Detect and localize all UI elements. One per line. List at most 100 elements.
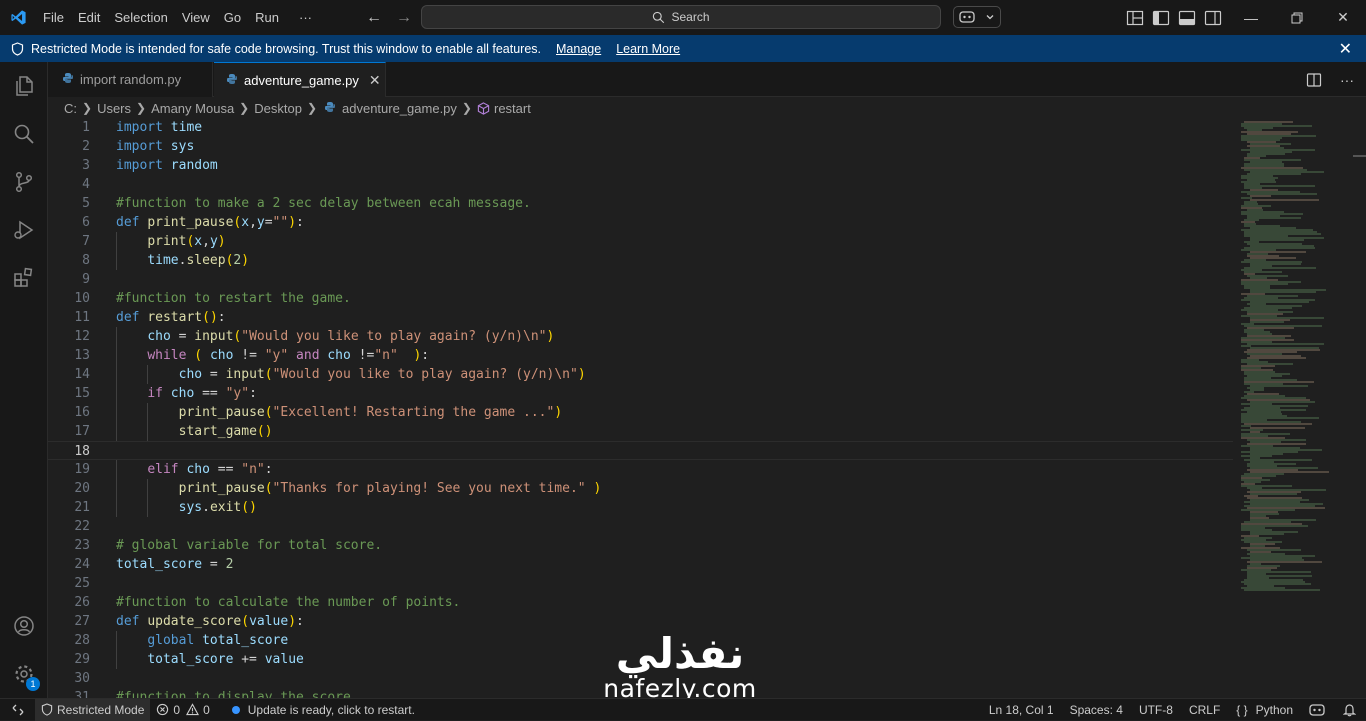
line-number[interactable]: 24 — [48, 555, 90, 574]
code-line[interactable]: 16 print_pause("Excellent! Restarting th… — [48, 403, 1233, 422]
code-line[interactable]: 25 — [48, 574, 1233, 593]
code-line[interactable]: 22 — [48, 517, 1233, 536]
breadcrumb-desktop[interactable]: Desktop — [254, 101, 302, 116]
line-number[interactable]: 26 — [48, 593, 90, 612]
line-number[interactable]: 2 — [48, 137, 90, 156]
line-number[interactable]: 10 — [48, 289, 90, 308]
line-number[interactable]: 19 — [48, 460, 90, 479]
code-editor[interactable]: 1 import time 2 import sys 3 import random 4 5 #… — [48, 119, 1366, 698]
code-line[interactable]: 6 def print_pause(x,y=""): — [48, 213, 1233, 232]
line-number[interactable]: 25 — [48, 574, 90, 593]
tab-import-random[interactable]: import random.py — [48, 62, 213, 97]
line-number[interactable]: 31 — [48, 688, 90, 698]
code-line[interactable]: 24 total_score = 2 — [48, 555, 1233, 574]
command-center-search[interactable]: Search — [421, 5, 941, 29]
line-number[interactable]: 14 — [48, 365, 90, 384]
code-line[interactable]: 12 cho = input("Would you like to play a… — [48, 327, 1233, 346]
code-line[interactable]: 21 sys.exit() — [48, 498, 1233, 517]
remote-indicator-icon[interactable] — [0, 699, 35, 721]
code-line[interactable]: 2 import sys — [48, 137, 1233, 156]
menu-go[interactable]: Go — [217, 0, 248, 35]
explorer-icon[interactable] — [0, 62, 48, 110]
more-actions-icon[interactable]: ··· — [1340, 72, 1354, 88]
code-line[interactable]: 14 cho = input("Would you like to play a… — [48, 365, 1233, 384]
accounts-icon[interactable] — [0, 602, 48, 650]
close-banner-icon[interactable]: ✕ — [1339, 39, 1352, 59]
line-number[interactable]: 23 — [48, 536, 90, 555]
toggle-primary-sidebar-icon[interactable] — [1152, 10, 1170, 26]
tab-adventure-game[interactable]: adventure_game.py ✕ — [214, 62, 386, 97]
line-number[interactable]: 15 — [48, 384, 90, 403]
menu-view[interactable]: View — [175, 0, 217, 35]
line-number[interactable]: 20 — [48, 479, 90, 498]
breadcrumb-file[interactable]: adventure_game.py — [342, 101, 457, 116]
code-line[interactable]: 23 # global variable for total score. — [48, 536, 1233, 555]
end-of-line[interactable]: CRLF — [1181, 699, 1228, 721]
problems-status[interactable]: 0 0 — [150, 699, 215, 721]
notifications-bell-icon[interactable] — [1333, 699, 1366, 721]
encoding[interactable]: UTF-8 — [1131, 699, 1181, 721]
line-number[interactable]: 29 — [48, 650, 90, 669]
code-line[interactable]: 13 while ( cho != "y" and cho !="n" ): — [48, 346, 1233, 365]
line-number[interactable]: 27 — [48, 612, 90, 631]
line-number[interactable]: 9 — [48, 270, 90, 289]
breadcrumb-drive[interactable]: C: — [64, 101, 77, 116]
learn-more-link[interactable]: Learn More — [616, 42, 680, 56]
code-line[interactable]: 17 start_game() — [48, 422, 1233, 441]
split-editor-icon[interactable] — [1306, 72, 1322, 88]
line-number[interactable]: 5 — [48, 194, 90, 213]
forward-arrow-icon[interactable]: → — [394, 9, 414, 27]
customize-layout-icon[interactable] — [1126, 10, 1144, 26]
line-number[interactable]: 8 — [48, 251, 90, 270]
menu-file[interactable]: File — [36, 0, 71, 35]
line-number[interactable]: 6 — [48, 213, 90, 232]
line-number[interactable]: 1 — [48, 119, 90, 137]
toggle-secondary-sidebar-icon[interactable] — [1204, 10, 1222, 26]
line-number[interactable]: 12 — [48, 327, 90, 346]
close-tab-icon[interactable]: ✕ — [369, 72, 381, 89]
line-number[interactable]: 3 — [48, 156, 90, 175]
menu-edit[interactable]: Edit — [71, 0, 107, 35]
line-number[interactable]: 7 — [48, 232, 90, 251]
menu-more[interactable]: ··· — [292, 0, 319, 35]
line-number[interactable]: 16 — [48, 403, 90, 422]
minimap[interactable] — [1233, 119, 1345, 698]
code-line[interactable]: 3 import random — [48, 156, 1233, 175]
line-number[interactable]: 11 — [48, 308, 90, 327]
code-line[interactable]: 11 def restart(): — [48, 308, 1233, 327]
manage-link[interactable]: Manage — [556, 42, 601, 56]
language-mode[interactable]: { } Python — [1228, 699, 1301, 721]
code-line[interactable]: 18 — [48, 441, 1233, 460]
code-line[interactable]: 7 print(x,y) — [48, 232, 1233, 251]
code-line[interactable]: 15 if cho == "y": — [48, 384, 1233, 403]
breadcrumb-symbol[interactable]: restart — [494, 101, 531, 116]
breadcrumb-users[interactable]: Users — [97, 101, 131, 116]
line-number[interactable]: 17 — [48, 422, 90, 441]
line-number[interactable]: 21 — [48, 498, 90, 517]
code-line[interactable]: 8 time.sleep(2) — [48, 251, 1233, 270]
back-arrow-icon[interactable]: ← — [364, 9, 384, 27]
line-number[interactable]: 28 — [48, 631, 90, 650]
manage-gear-icon[interactable]: 1 — [0, 650, 48, 698]
minimize-icon[interactable]: — — [1228, 0, 1274, 35]
line-number[interactable]: 18 — [48, 442, 90, 459]
menu-run[interactable]: Run — [248, 0, 286, 35]
line-number[interactable]: 22 — [48, 517, 90, 536]
update-notification[interactable]: Update is ready, click to restart. — [226, 699, 421, 721]
code-line[interactable]: 20 print_pause("Thanks for playing! See … — [48, 479, 1233, 498]
code-line[interactable]: 1 import time — [48, 119, 1233, 137]
code-line[interactable]: 9 — [48, 270, 1233, 289]
cursor-position[interactable]: Ln 18, Col 1 — [981, 699, 1062, 721]
indentation[interactable]: Spaces: 4 — [1062, 699, 1131, 721]
code-line[interactable]: 26 #function to calculate the number of p… — [48, 593, 1233, 612]
search-view-icon[interactable] — [0, 110, 48, 158]
toggle-panel-icon[interactable] — [1178, 10, 1196, 26]
close-window-icon[interactable]: ✕ — [1320, 0, 1366, 35]
vertical-scrollbar[interactable] — [1353, 119, 1366, 698]
code-line[interactable]: 19 elif cho == "n": — [48, 460, 1233, 479]
scrollbar-thumb[interactable] — [1353, 155, 1366, 157]
copilot-button[interactable] — [953, 6, 1001, 28]
restricted-mode-status[interactable]: Restricted Mode — [35, 698, 151, 721]
restore-icon[interactable] — [1274, 0, 1320, 35]
code-line[interactable]: 4 — [48, 175, 1233, 194]
